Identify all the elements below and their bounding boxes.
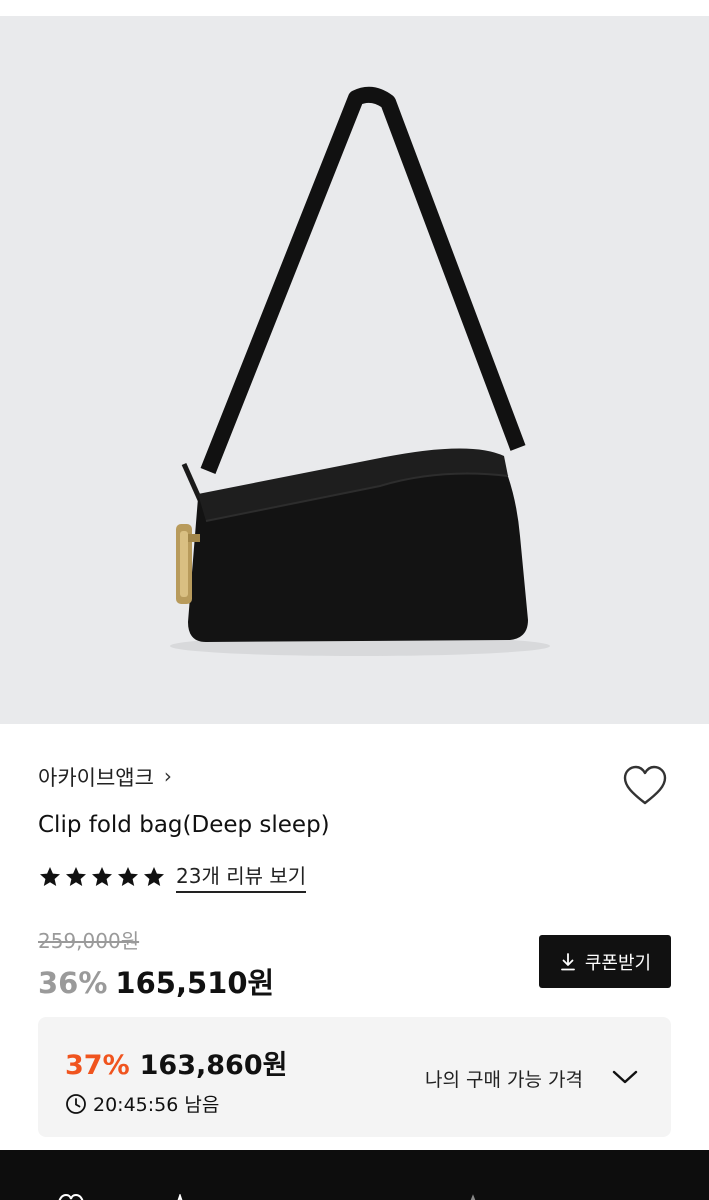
price-row: 36% 165,510원 bbox=[38, 960, 274, 1002]
time-left: 20:45:56 남음 bbox=[93, 1094, 220, 1116]
review-link[interactable]: 23개 리뷰 보기 bbox=[176, 860, 307, 893]
discount-rate: 36% bbox=[38, 966, 108, 1000]
brand-link[interactable]: 아카이브앱크 › bbox=[38, 762, 172, 792]
star-icon bbox=[66, 866, 86, 886]
my-price-row: 37% 163,860원 bbox=[65, 1043, 287, 1082]
cart-icon[interactable] bbox=[458, 1194, 488, 1200]
chevron-down-icon[interactable] bbox=[611, 1067, 639, 1087]
sale-price: 165,510원 bbox=[115, 966, 275, 1000]
product-detail-page: 아카이브앱크 › Clip fold bag(Deep sleep) 23개 리… bbox=[0, 0, 709, 1200]
brand-name: 아카이브앱크 bbox=[38, 766, 154, 790]
coupon-label: 쿠폰받기 bbox=[584, 952, 652, 974]
clock-icon bbox=[66, 1093, 86, 1114]
heart-icon[interactable] bbox=[56, 1194, 86, 1200]
bag-photo bbox=[0, 16, 709, 724]
rating-row: 23개 리뷰 보기 bbox=[38, 860, 307, 893]
my-discount-rate: 37% bbox=[65, 1050, 130, 1081]
heart-icon bbox=[623, 765, 667, 805]
star-icon bbox=[92, 866, 112, 886]
my-price-value: 163,860원 bbox=[139, 1050, 288, 1081]
star-icon bbox=[118, 866, 138, 886]
download-icon bbox=[560, 952, 575, 970]
countdown-row: 20:45:56 남음 bbox=[65, 1090, 219, 1117]
product-title: Clip fold bag(Deep sleep) bbox=[38, 812, 330, 838]
star-icon bbox=[40, 866, 60, 886]
share-icon[interactable] bbox=[166, 1194, 196, 1200]
star-icon bbox=[144, 866, 164, 886]
original-price: 259,000원 bbox=[38, 929, 140, 953]
chevron-right-icon: › bbox=[163, 764, 172, 788]
wishlist-button[interactable] bbox=[620, 762, 670, 810]
rating-stars bbox=[38, 865, 166, 889]
bottom-action-bar bbox=[0, 1150, 709, 1200]
my-price-label: 나의 구매 가능 가격 bbox=[425, 1069, 583, 1091]
my-price-panel[interactable]: 37% 163,860원 20:45:56 남음 나의 구매 가능 가격 bbox=[38, 1017, 671, 1137]
coupon-button[interactable]: 쿠폰받기 bbox=[539, 935, 671, 988]
top-strip bbox=[0, 0, 709, 16]
product-image[interactable] bbox=[0, 16, 709, 724]
